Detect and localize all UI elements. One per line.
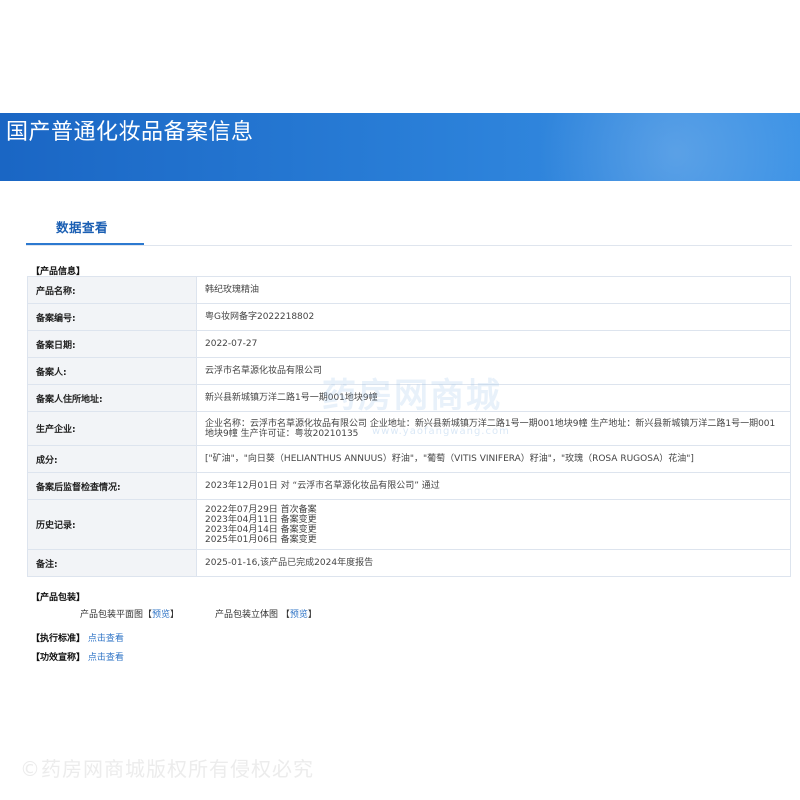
info-row: 备案人: 云浮市名草源化妆品有限公司 bbox=[27, 357, 791, 385]
tab-active-indicator bbox=[26, 243, 144, 245]
info-row-key: 备案后监督检查情况: bbox=[27, 472, 197, 500]
bracket-close: 】 bbox=[307, 610, 317, 620]
info-row-key: 备案人: bbox=[27, 357, 197, 385]
info-row-key: 备案日期: bbox=[27, 330, 197, 358]
info-row-value: 粤G妆网备字2022218802 bbox=[196, 303, 791, 331]
copyright-watermark: ©药房网商城版权所有侵权必究 bbox=[20, 757, 314, 781]
info-row-value: ["矿油"，"向日葵（HELIANTHUS ANNUUS）籽油"，"葡萄（VIT… bbox=[196, 445, 791, 473]
info-row: 备案后监督检查情况: 2023年12月01日 对 “云浮市名草源化妆品有限公司” … bbox=[27, 472, 791, 500]
info-row-value: 2023年12月01日 对 “云浮市名草源化妆品有限公司” 通过 bbox=[196, 472, 791, 500]
standard-row: 【执行标准】 点击查看 bbox=[31, 631, 124, 644]
info-row-key: 备案人住所地址: bbox=[27, 384, 197, 412]
info-row-key: 产品名称: bbox=[27, 276, 197, 304]
info-row-value: 2022年07月29日 首次备案 2023年04月11日 备案变更 2023年0… bbox=[196, 499, 791, 550]
packaging-solid-item: 产品包装立体图 【预览】 bbox=[215, 607, 317, 620]
info-row-value: 新兴县新城镇万洋二路1号一期001地块9幢 bbox=[196, 384, 791, 412]
tab-bar: 数据查看 bbox=[26, 213, 792, 246]
info-row: 历史记录: 2022年07月29日 首次备案 2023年04月11日 备案变更 2… bbox=[27, 499, 791, 550]
packaging-flat-item: 产品包装平面图【预览】 bbox=[80, 607, 179, 620]
packaging-flat-preview-link[interactable]: 预览 bbox=[152, 610, 170, 620]
info-row-key: 历史记录: bbox=[27, 499, 197, 550]
info-row-key: 备注: bbox=[27, 549, 197, 577]
efficacy-row: 【功效宣称】 点击查看 bbox=[31, 650, 124, 663]
info-row-value: 2025-01-16,该产品已完成2024年度报告 bbox=[196, 549, 791, 577]
page-header-banner: 国产普通化妆品备案信息 bbox=[0, 113, 800, 181]
packaging-solid-label: 产品包装立体图 bbox=[215, 610, 279, 620]
product-info-table: 产品名称: 韩纪玫瑰精油 备案编号: 粤G妆网备字2022218802 备案日期: 202… bbox=[27, 276, 791, 577]
efficacy-view-link[interactable]: 点击查看 bbox=[88, 653, 124, 663]
standard-view-link[interactable]: 点击查看 bbox=[88, 634, 124, 644]
info-row-value: 企业名称：云浮市名草源化妆品有限公司 企业地址：新兴县新城镇万洋二路1号一期00… bbox=[196, 411, 791, 446]
info-row-key: 备案编号: bbox=[27, 303, 197, 331]
info-row: 成分: ["矿油"，"向日葵（HELIANTHUS ANNUUS）籽油"，"葡萄（… bbox=[27, 445, 791, 473]
tab-data-view[interactable]: 数据查看 bbox=[56, 217, 108, 236]
info-row: 备注: 2025-01-16,该产品已完成2024年度报告 bbox=[27, 549, 791, 577]
info-row: 产品名称: 韩纪玫瑰精油 bbox=[27, 276, 791, 304]
info-row: 备案人住所地址: 新兴县新城镇万洋二路1号一期001地块9幢 bbox=[27, 384, 791, 412]
bracket-close: 】 bbox=[170, 610, 180, 620]
standard-label: 【执行标准】 bbox=[31, 634, 86, 644]
page-title: 国产普通化妆品备案信息 bbox=[6, 120, 254, 145]
packaging-section-label: 【产品包装】 bbox=[31, 593, 86, 603]
info-row-value: 云浮市名草源化妆品有限公司 bbox=[196, 357, 791, 385]
info-row-key: 生产企业: bbox=[27, 411, 197, 446]
bracket-open: 【 bbox=[280, 610, 290, 620]
info-row: 生产企业: 企业名称：云浮市名草源化妆品有限公司 企业地址：新兴县新城镇万洋二路1… bbox=[27, 411, 791, 446]
packaging-flat-label: 产品包装平面图 bbox=[80, 610, 144, 620]
efficacy-label: 【功效宣称】 bbox=[31, 653, 86, 663]
info-row-value: 韩纪玫瑰精油 bbox=[196, 276, 791, 304]
info-row-value: 2022-07-27 bbox=[196, 330, 791, 358]
packaging-solid-preview-link[interactable]: 预览 bbox=[290, 610, 308, 620]
banner-decoration bbox=[460, 113, 800, 181]
info-row: 备案编号: 粤G妆网备字2022218802 bbox=[27, 303, 791, 331]
info-row: 备案日期: 2022-07-27 bbox=[27, 330, 791, 358]
info-row-key: 成分: bbox=[27, 445, 197, 473]
bracket-open: 【 bbox=[143, 610, 153, 620]
